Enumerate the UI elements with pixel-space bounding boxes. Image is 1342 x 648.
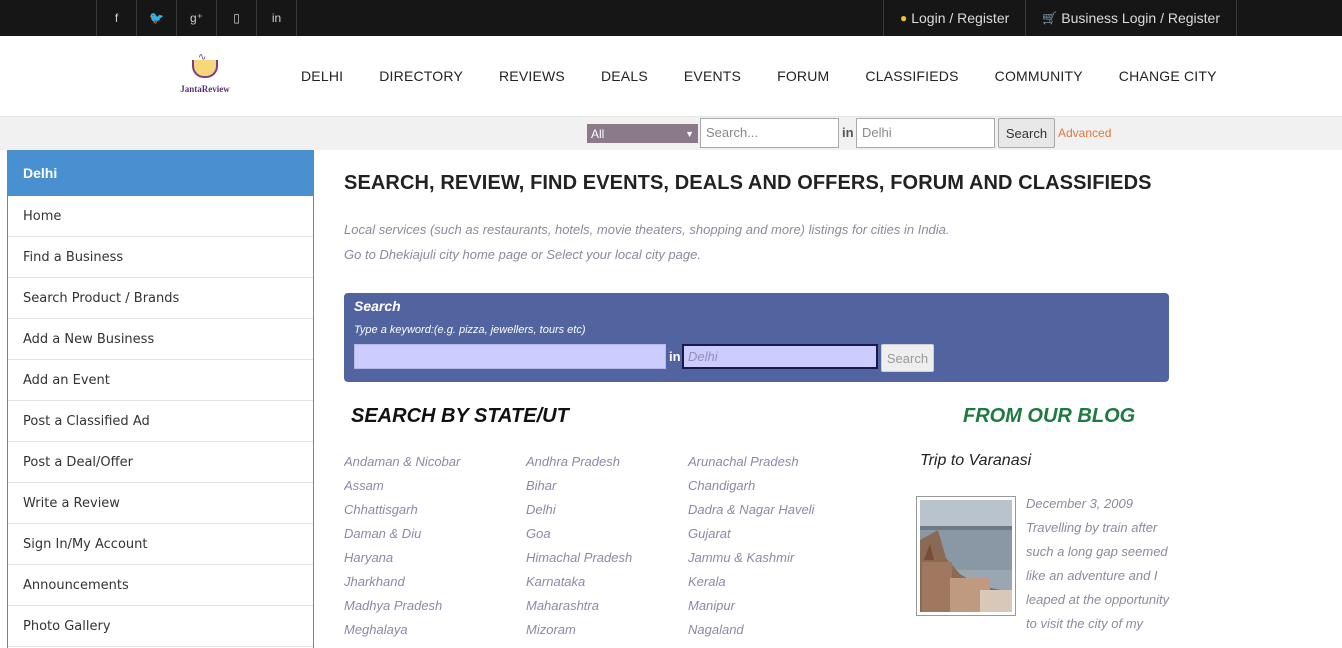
- twitter-icon[interactable]: 🐦: [137, 0, 177, 36]
- sidebar-item-announcements[interactable]: Announcements: [8, 565, 313, 606]
- city-input[interactable]: Delhi: [682, 344, 878, 369]
- state-list: Andaman & Nicobar Assam Chhattisgarh Dam…: [344, 450, 844, 648]
- blog-post-title[interactable]: Trip to Varanasi: [920, 452, 1031, 470]
- sidebar-item-post-classified[interactable]: Post a Classified Ad: [8, 401, 313, 442]
- search-button[interactable]: Search: [881, 344, 934, 372]
- category-select-value: All: [591, 126, 605, 141]
- blog-post-date: December 3, 2009: [1026, 496, 1133, 511]
- state-link[interactable]: Gujarat: [688, 522, 814, 546]
- state-column: Andaman & Nicobar Assam Chhattisgarh Dam…: [344, 450, 460, 642]
- varanasi-photo: [920, 500, 1012, 612]
- nav-events[interactable]: EVENTS: [666, 68, 759, 84]
- state-link[interactable]: Maharashtra: [526, 594, 632, 618]
- in-label: in: [842, 125, 854, 140]
- facebook-icon[interactable]: f: [97, 0, 137, 36]
- user-icon: ●: [899, 11, 908, 25]
- google-plus-icon[interactable]: g⁺: [177, 0, 217, 36]
- sidebar-item-post-deal[interactable]: Post a Deal/Offer: [8, 442, 313, 483]
- state-link[interactable]: Jharkhand: [344, 570, 460, 594]
- sidebar-item-photo-gallery[interactable]: Photo Gallery: [8, 606, 313, 647]
- city-select-text[interactable]: Go to Dhekiajuli city home page or Selec…: [344, 247, 701, 262]
- chevron-down-icon: ▼: [685, 128, 694, 139]
- blog-heading: FROM OUR BLOG: [963, 405, 1136, 427]
- sidebar-item-add-event[interactable]: Add an Event: [8, 360, 313, 401]
- state-link[interactable]: Goa: [526, 522, 632, 546]
- state-link[interactable]: Bihar: [526, 474, 632, 498]
- quick-search-button[interactable]: Search: [998, 118, 1055, 148]
- advanced-search-link[interactable]: Advanced: [1058, 126, 1111, 140]
- state-link[interactable]: Andhra Pradesh: [526, 450, 632, 474]
- logo-text: JantaReview: [180, 84, 230, 94]
- site-logo[interactable]: ∿ JantaReview: [178, 52, 232, 100]
- quick-city-input[interactable]: Delhi: [856, 118, 995, 148]
- linkedin-icon[interactable]: in: [257, 0, 297, 36]
- state-link[interactable]: Delhi: [526, 498, 632, 522]
- blog-post-excerpt: December 3, 2009 Travelling by train aft…: [1026, 492, 1172, 648]
- state-link[interactable]: Jammu & Kashmir: [688, 546, 814, 570]
- login-register-link[interactable]: ● Login / Register: [884, 0, 1027, 36]
- state-column: Arunachal Pradesh Chandigarh Dadra & Nag…: [688, 450, 814, 642]
- category-select[interactable]: All ▼: [587, 124, 698, 143]
- nav-change-city[interactable]: CHANGE CITY: [1101, 68, 1235, 84]
- state-link[interactable]: Manipur: [688, 594, 814, 618]
- state-link[interactable]: Kerala: [688, 570, 814, 594]
- state-link[interactable]: Chandigarh: [688, 474, 814, 498]
- sidebar-item-sign-in[interactable]: Sign In/My Account: [8, 524, 313, 565]
- search-panel-hint: Type a keyword:(e.g. pizza, jewellers, t…: [354, 324, 586, 336]
- state-link[interactable]: Madhya Pradesh: [344, 594, 460, 618]
- account-links: ● Login / Register 🛒 Business Login / Re…: [882, 0, 1237, 36]
- sidebar-item-search-product[interactable]: Search Product / Brands: [8, 278, 313, 319]
- sidebar-item-add-business[interactable]: Add a New Business: [8, 319, 313, 360]
- cup-icon: [192, 60, 218, 78]
- nav-reviews[interactable]: REVIEWS: [481, 68, 583, 84]
- state-link[interactable]: Himachal Pradesh: [526, 546, 632, 570]
- business-login-label: Business Login / Register: [1061, 10, 1220, 26]
- state-link[interactable]: Karnataka: [526, 570, 632, 594]
- cart-icon: 🛒: [1042, 11, 1058, 25]
- keyword-input[interactable]: [354, 344, 666, 369]
- sidebar-item-home[interactable]: Home: [8, 196, 313, 237]
- quick-search-bar: All ▼ Search... in Delhi Search Advanced: [0, 116, 1342, 150]
- main-nav: DELHI DIRECTORY REVIEWS DEALS EVENTS FOR…: [283, 36, 1235, 116]
- search-panel-title: Search: [354, 298, 401, 314]
- sidebar-item-write-review[interactable]: Write a Review: [8, 483, 313, 524]
- search-panel: Search Type a keyword:(e.g. pizza, jewel…: [344, 293, 1169, 382]
- top-bar: f 🐦 g⁺ ▯ in ● Login / Register 🛒 Busines…: [0, 0, 1342, 36]
- in-label: in: [669, 349, 681, 364]
- quick-search-input[interactable]: Search...: [700, 118, 839, 148]
- login-register-label: Login / Register: [911, 10, 1010, 26]
- nav-deals[interactable]: DEALS: [583, 68, 666, 84]
- state-link[interactable]: Nagaland: [688, 618, 814, 642]
- state-link[interactable]: Assam: [344, 474, 460, 498]
- state-link[interactable]: Andaman & Nicobar: [344, 450, 460, 474]
- nav-directory[interactable]: DIRECTORY: [361, 68, 481, 84]
- sidebar-item-find-business[interactable]: Find a Business: [8, 237, 313, 278]
- state-link[interactable]: Daman & Diu: [344, 522, 460, 546]
- blog-post-thumbnail[interactable]: [916, 496, 1016, 616]
- state-link[interactable]: Arunachal Pradesh: [688, 450, 814, 474]
- nav-forum[interactable]: FORUM: [759, 68, 847, 84]
- state-link[interactable]: Chhattisgarh: [344, 498, 460, 522]
- state-link[interactable]: Dadra & Nagar Haveli: [688, 498, 814, 522]
- state-link[interactable]: Mizoram: [526, 618, 632, 642]
- blog-post-text: Travelling by train after such a long ga…: [1026, 520, 1170, 631]
- states-heading: SEARCH BY STATE/UT: [351, 405, 569, 427]
- nav-delhi[interactable]: DELHI: [283, 68, 361, 84]
- state-column: Andhra Pradesh Bihar Delhi Goa Himachal …: [526, 450, 632, 642]
- sidebar-heading: Delhi: [8, 151, 313, 196]
- business-login-link[interactable]: 🛒 Business Login / Register: [1026, 0, 1237, 36]
- intro-text: Local services (such as restaurants, hot…: [344, 222, 950, 237]
- state-link[interactable]: Meghalaya: [344, 618, 460, 642]
- phone-icon[interactable]: ▯: [217, 0, 257, 36]
- page-title: SEARCH, REVIEW, FIND EVENTS, DEALS AND O…: [344, 172, 1152, 194]
- social-links: f 🐦 g⁺ ▯ in: [96, 0, 297, 36]
- site-header: ∿ JantaReview DELHI DIRECTORY REVIEWS DE…: [0, 36, 1342, 116]
- sidebar: Delhi Home Find a Business Search Produc…: [7, 150, 314, 648]
- nav-classifieds[interactable]: CLASSIFIEDS: [847, 68, 976, 84]
- state-link[interactable]: Haryana: [344, 546, 460, 570]
- nav-community[interactable]: COMMUNITY: [977, 68, 1101, 84]
